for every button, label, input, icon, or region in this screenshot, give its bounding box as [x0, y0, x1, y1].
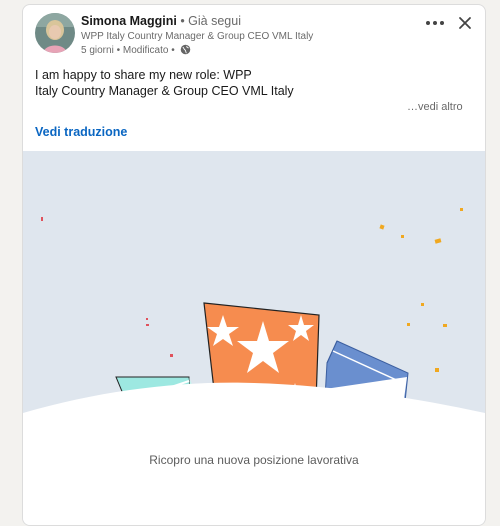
separator: •: [176, 14, 189, 28]
see-more-link[interactable]: …vedi altro: [407, 101, 463, 113]
post-meta: 5 giorni • Modificato •: [81, 44, 401, 60]
post-age: 5 giorni: [81, 45, 114, 56]
more-options-button[interactable]: [423, 13, 447, 33]
author-avatar[interactable]: [35, 13, 75, 53]
edited-label: Modificato: [122, 45, 169, 56]
media-caption: Ricopro una nuova posizione lavorativa: [149, 453, 359, 467]
meta-separator: •: [113, 45, 123, 56]
celebration-media[interactable]: Ricopro una nuova posizione lavorativa: [23, 151, 485, 525]
meta-separator-2: •: [168, 45, 178, 56]
post-text-line-1: I am happy to share my new role: WPP: [35, 68, 252, 82]
see-translation-link[interactable]: Vedi traduzione: [35, 125, 127, 139]
author-name[interactable]: Simona Maggini: [81, 14, 177, 28]
author-name-line: Simona Maggini • Già segui: [81, 13, 401, 29]
post-text-line-2: Italy Country Manager & Group CEO VML It…: [35, 84, 294, 98]
close-button[interactable]: [455, 13, 475, 33]
author-info: Simona Maggini • Già segui WPP Italy Cou…: [81, 13, 401, 60]
globe-icon: [180, 44, 191, 60]
avatar-photo: [35, 13, 75, 53]
ellipsis-icon: [426, 21, 444, 25]
close-icon: [459, 17, 471, 29]
author-headline: WPP Italy Country Manager & Group CEO VM…: [81, 31, 314, 42]
post-text: I am happy to share my new role: WPP Ita…: [35, 67, 455, 99]
celebration-illustration: [23, 208, 485, 525]
post-card: Simona Maggini • Già segui WPP Italy Cou…: [22, 4, 486, 526]
follow-status: Già segui: [188, 14, 241, 28]
